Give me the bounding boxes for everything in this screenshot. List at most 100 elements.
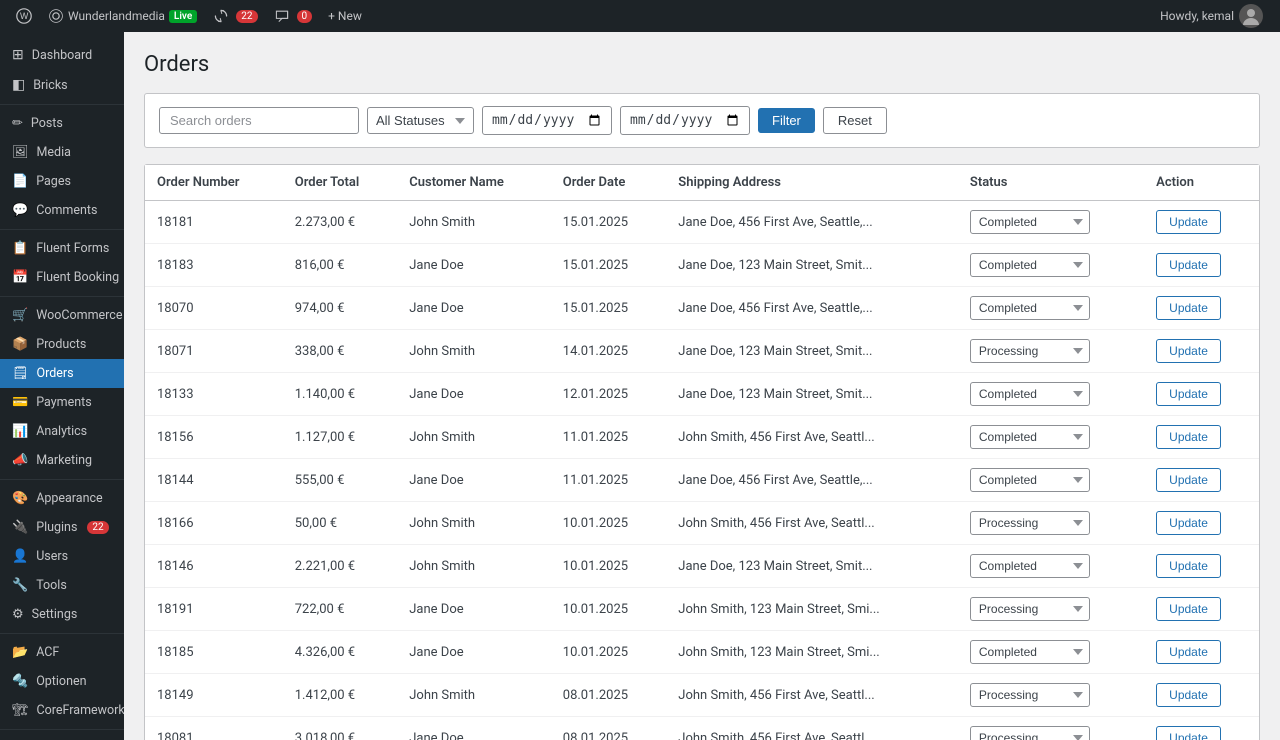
sidebar-item-label: ACF xyxy=(36,645,59,660)
cell-customer-name: Jane Doe xyxy=(397,631,551,674)
status-select[interactable]: CompletedProcessingPendingOn HoldCancell… xyxy=(970,683,1090,707)
status-select[interactable]: CompletedProcessingPendingOn HoldCancell… xyxy=(970,339,1090,363)
cell-status: CompletedProcessingPendingOn HoldCancell… xyxy=(958,631,1144,674)
cell-order-total: 555,00 € xyxy=(283,459,398,502)
update-button[interactable]: Update xyxy=(1156,726,1221,740)
status-select[interactable]: CompletedProcessingPendingOn HoldCancell… xyxy=(970,597,1090,621)
sidebar-item-optionen[interactable]: 🔩 Optionen xyxy=(0,667,124,696)
cell-shipping-address: John Smith, 456 First Ave, Seattl... xyxy=(666,502,958,545)
status-select[interactable]: CompletedProcessingPendingOn HoldCancell… xyxy=(970,253,1090,277)
table-row: 18166 50,00 € John Smith 10.01.2025 John… xyxy=(145,502,1259,545)
sidebar-item-appearance[interactable]: 🎨 Appearance xyxy=(0,484,124,513)
admin-bar-wp-logo[interactable]: W xyxy=(8,0,40,32)
collapse-menu-button[interactable]: ◀ Collapse menu xyxy=(0,734,124,740)
update-button[interactable]: Update xyxy=(1156,511,1221,535)
date-to-input[interactable] xyxy=(620,106,750,135)
update-button[interactable]: Update xyxy=(1156,296,1221,320)
sidebar-item-label: Media xyxy=(37,145,71,160)
update-button[interactable]: Update xyxy=(1156,210,1221,234)
admin-bar-new[interactable]: + New xyxy=(320,0,370,32)
date-from-input[interactable] xyxy=(482,106,612,135)
update-button[interactable]: Update xyxy=(1156,425,1221,449)
update-button[interactable]: Update xyxy=(1156,339,1221,363)
search-input[interactable] xyxy=(159,107,359,134)
sidebar-item-bricks[interactable]: ◧ Bricks xyxy=(0,70,124,100)
reset-button[interactable]: Reset xyxy=(823,107,887,134)
sidebar-item-woocommerce[interactable]: 🛒 WooCommerce xyxy=(0,301,124,330)
sidebar-item-fluent-booking[interactable]: 📅 Fluent Booking xyxy=(0,263,124,292)
pages-icon: 📄 xyxy=(12,174,28,189)
update-button[interactable]: Update xyxy=(1156,554,1221,578)
cell-status: CompletedProcessingPendingOn HoldCancell… xyxy=(958,588,1144,631)
marketing-icon: 📣 xyxy=(12,453,28,468)
cell-customer-name: Jane Doe xyxy=(397,459,551,502)
sidebar-item-media[interactable]: 🖼 Media xyxy=(0,138,124,167)
cell-shipping-address: John Smith, 456 First Ave, Seattl... xyxy=(666,674,958,717)
update-button[interactable]: Update xyxy=(1156,640,1221,664)
cell-shipping-address: John Smith, 123 Main Street, Smi... xyxy=(666,588,958,631)
cell-customer-name: John Smith xyxy=(397,416,551,459)
sidebar-separator xyxy=(0,479,124,480)
cell-order-total: 2.273,00 € xyxy=(283,201,398,244)
update-button[interactable]: Update xyxy=(1156,683,1221,707)
admin-bar-comments[interactable]: 0 xyxy=(266,0,321,32)
sidebar-item-analytics[interactable]: 📊 Analytics xyxy=(0,417,124,446)
table-row: 18133 1.140,00 € Jane Doe 12.01.2025 Jan… xyxy=(145,373,1259,416)
filter-button[interactable]: Filter xyxy=(758,108,815,133)
cell-status: CompletedProcessingPendingOn HoldCancell… xyxy=(958,674,1144,717)
status-select[interactable]: CompletedProcessingPendingOn HoldCancell… xyxy=(970,468,1090,492)
sidebar-item-payments[interactable]: 💳 Payments xyxy=(0,388,124,417)
update-button[interactable]: Update xyxy=(1156,382,1221,406)
sidebar-item-plugins[interactable]: 🔌 Plugins 22 xyxy=(0,513,124,542)
update-button[interactable]: Update xyxy=(1156,597,1221,621)
admin-bar-howdy[interactable]: Howdy, kemal xyxy=(1152,0,1272,32)
status-select[interactable]: CompletedProcessingPendingOn HoldCancell… xyxy=(970,640,1090,664)
col-order-date: Order Date xyxy=(551,165,667,201)
sidebar-item-pages[interactable]: 📄 Pages xyxy=(0,167,124,196)
cell-action: Update xyxy=(1144,717,1259,740)
sidebar-item-tools[interactable]: 🔧 Tools xyxy=(0,571,124,600)
howdy-text: Howdy, kemal xyxy=(1160,9,1234,23)
status-select[interactable]: CompletedProcessingPendingOn HoldCancell… xyxy=(970,382,1090,406)
cell-customer-name: John Smith xyxy=(397,545,551,588)
cell-order-total: 50,00 € xyxy=(283,502,398,545)
sidebar-item-label: Settings xyxy=(32,607,78,622)
status-select[interactable]: CompletedProcessingPendingOn HoldCancell… xyxy=(970,726,1090,740)
status-select[interactable]: CompletedProcessingPendingOn HoldCancell… xyxy=(970,296,1090,320)
sidebar-item-label: Optionen xyxy=(36,674,86,689)
cell-order-number: 18146 xyxy=(145,545,283,588)
status-select[interactable]: CompletedProcessingPendingOn HoldCancell… xyxy=(970,210,1090,234)
sidebar-item-label: Analytics xyxy=(36,424,87,439)
sidebar-item-label: Marketing xyxy=(36,453,92,468)
status-select[interactable]: CompletedProcessingPendingOn HoldCancell… xyxy=(970,511,1090,535)
update-button[interactable]: Update xyxy=(1156,468,1221,492)
sidebar-item-fluent-forms[interactable]: 📋 Fluent Forms xyxy=(0,234,124,263)
cell-customer-name: Jane Doe xyxy=(397,373,551,416)
dashboard-icon: ⊞ xyxy=(12,47,24,63)
sidebar-item-coreframework[interactable]: 🏗 CoreFramework xyxy=(0,696,124,725)
sidebar-item-users[interactable]: 👤 Users xyxy=(0,542,124,571)
update-button[interactable]: Update xyxy=(1156,253,1221,277)
fluent-forms-icon: 📋 xyxy=(12,241,28,256)
cell-order-date: 15.01.2025 xyxy=(551,244,667,287)
sidebar-item-comments[interactable]: 💬 Comments xyxy=(0,196,124,225)
cell-order-number: 18183 xyxy=(145,244,283,287)
sidebar-item-products[interactable]: 📦 Products xyxy=(0,330,124,359)
status-select[interactable]: CompletedProcessingPendingOn HoldCancell… xyxy=(970,554,1090,578)
cell-customer-name: John Smith xyxy=(397,201,551,244)
cell-shipping-address: Jane Doe, 456 First Ave, Seattle,... xyxy=(666,287,958,330)
sidebar-item-posts[interactable]: ✏ Posts xyxy=(0,109,124,138)
table-row: 18185 4.326,00 € Jane Doe 10.01.2025 Joh… xyxy=(145,631,1259,674)
sidebar-item-acf[interactable]: 📂 ACF xyxy=(0,638,124,667)
sidebar-item-marketing[interactable]: 📣 Marketing xyxy=(0,446,124,475)
status-filter[interactable]: All Statuses Completed Processing Pendin… xyxy=(367,107,474,134)
sidebar-separator xyxy=(0,633,124,634)
status-select[interactable]: CompletedProcessingPendingOn HoldCancell… xyxy=(970,425,1090,449)
sidebar-item-dashboard[interactable]: ⊞ Dashboard xyxy=(0,40,124,70)
admin-bar-site-name[interactable]: Wunderlandmedia Live xyxy=(40,0,205,32)
table-row: 18156 1.127,00 € John Smith 11.01.2025 J… xyxy=(145,416,1259,459)
sidebar-item-orders[interactable]: 🗒 Orders xyxy=(0,359,124,388)
admin-bar-updates[interactable]: 22 xyxy=(205,0,265,32)
sidebar-item-settings[interactable]: ⚙ Settings xyxy=(0,600,124,629)
table-header-row: Order Number Order Total Customer Name O… xyxy=(145,165,1259,201)
